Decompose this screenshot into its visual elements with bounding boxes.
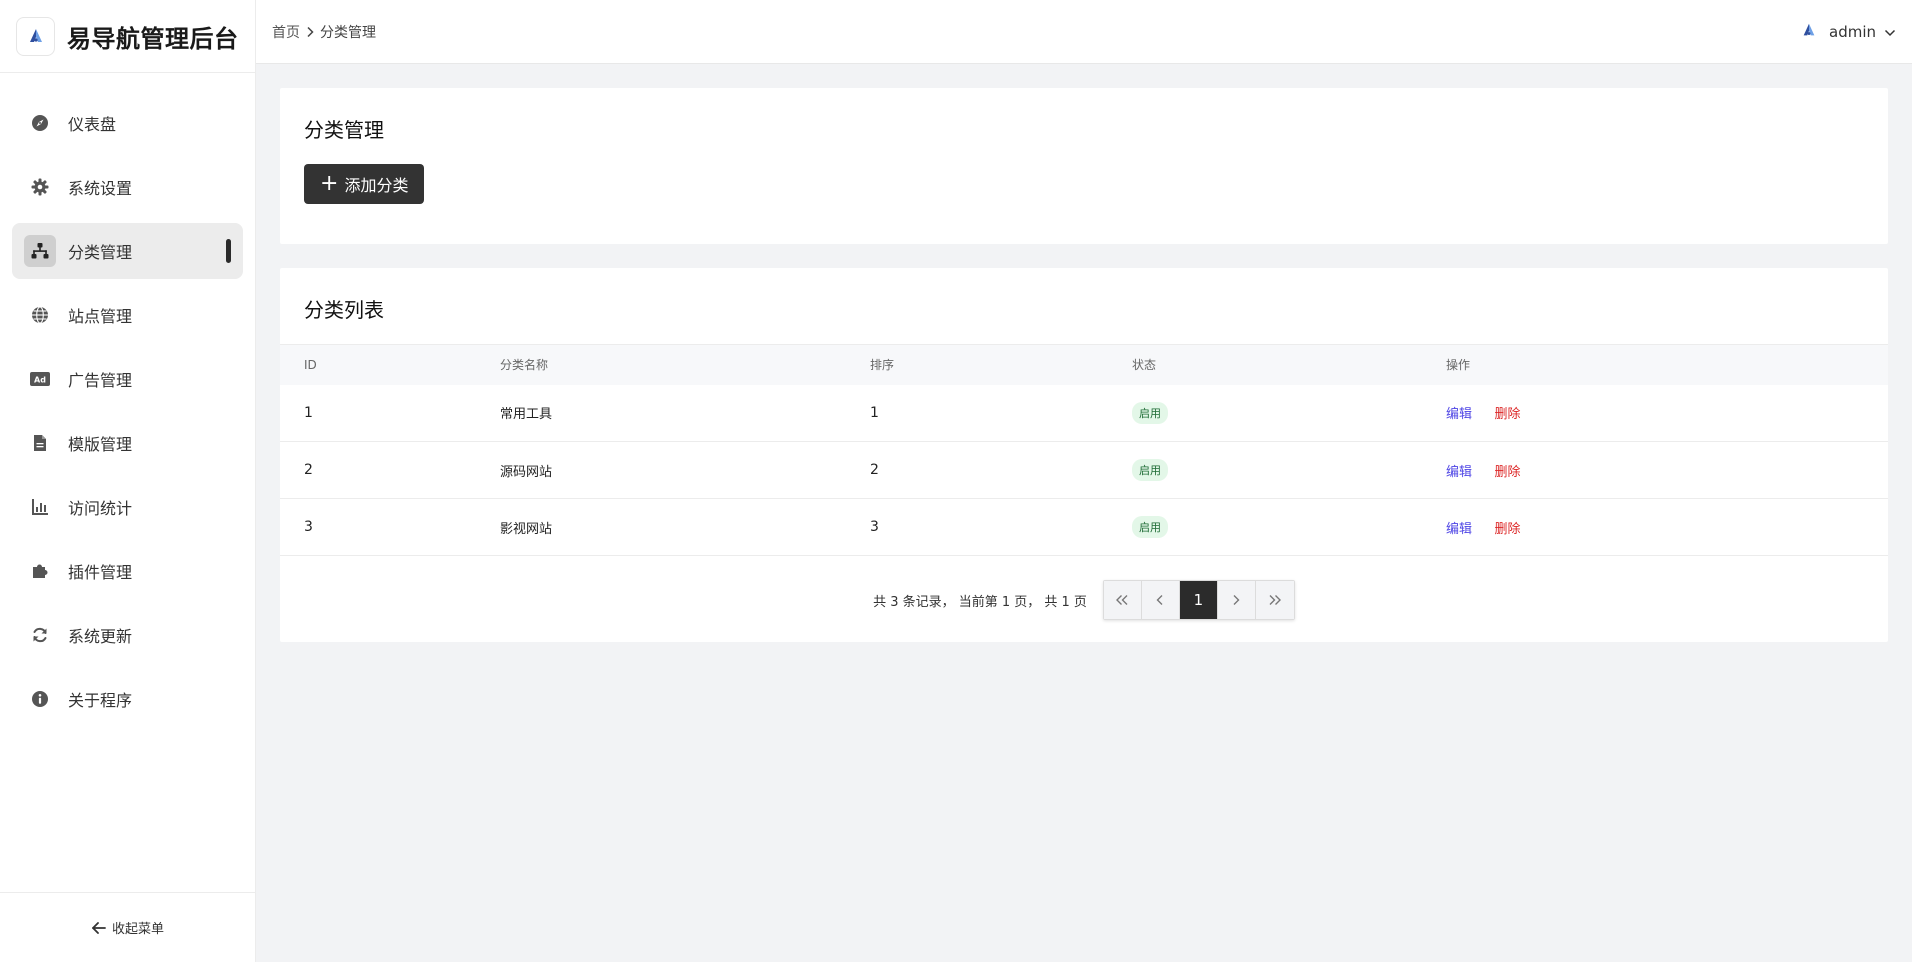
sidebar-item-categories[interactable]: 分类管理	[12, 223, 243, 279]
next-page-button[interactable]	[1217, 581, 1256, 619]
sidebar-item-label: 仪表盘	[68, 115, 117, 134]
page-number-button[interactable]: 1	[1179, 581, 1218, 619]
pagination: 共 3 条记录， 当前第 1 页， 共 1 页 1	[280, 580, 1888, 620]
user-menu[interactable]: admin	[1801, 22, 1896, 42]
collapse-menu-button[interactable]: 收起菜单	[0, 892, 256, 962]
user-avatar-icon	[1801, 22, 1817, 42]
double-chevron-left-icon	[1116, 595, 1128, 605]
sidebar-item-label: 系统设置	[68, 179, 133, 198]
edit-link[interactable]: 编辑	[1446, 465, 1472, 480]
pagination-summary: 共 3 条记录， 当前第 1 页， 共 1 页	[873, 594, 1087, 610]
cell-name: 常用工具	[500, 407, 553, 423]
refresh-icon	[24, 619, 56, 651]
cell-sort: 2	[870, 462, 879, 478]
puzzle-icon	[24, 555, 56, 587]
cell-name: 源码网站	[500, 464, 553, 480]
chevron-down-icon	[1884, 23, 1896, 41]
cell-id: 1	[304, 404, 313, 421]
last-page-button[interactable]	[1255, 581, 1294, 619]
first-page-button[interactable]	[1103, 581, 1142, 619]
sidebar-nav: 仪表盘 系统设置 分类管理 站点管理 Ad 广告管理 模版管理 访问统计 插件管…	[0, 73, 255, 727]
sidebar-item-label: 模版管理	[68, 435, 133, 454]
sidebar-item-templates[interactable]: 模版管理	[12, 415, 243, 471]
sitemap-icon	[24, 235, 56, 267]
column-header-actions: 操作	[1446, 344, 1888, 385]
pagination-buttons: 1	[1102, 580, 1295, 620]
category-table: ID 分类名称 排序 状态 操作 1 常用工具 1 启用 编辑 删除 2 源码网…	[280, 344, 1888, 556]
compass-icon	[24, 107, 56, 139]
list-title: 分类列表	[304, 298, 384, 322]
sidebar-item-about[interactable]: 关于程序	[12, 671, 243, 727]
sidebar-item-sites[interactable]: 站点管理	[12, 287, 243, 343]
breadcrumb: 首页 分类管理	[272, 22, 376, 42]
brand: 易导航管理后台	[0, 0, 255, 73]
status-badge: 启用	[1132, 516, 1168, 538]
add-category-label: 添加分类	[344, 176, 409, 195]
column-header-status: 状态	[1132, 344, 1446, 385]
chevron-left-icon	[1156, 595, 1163, 605]
double-chevron-right-icon	[1269, 595, 1281, 605]
cell-sort: 1	[870, 404, 879, 421]
cell-id: 2	[304, 462, 313, 478]
table-header-row: ID 分类名称 排序 状态 操作	[280, 344, 1888, 385]
gear-icon	[24, 171, 56, 203]
breadcrumb-home[interactable]: 首页	[272, 22, 300, 42]
sidebar-item-ads[interactable]: Ad 广告管理	[12, 351, 243, 407]
username: admin	[1829, 22, 1876, 41]
sidebar-item-dashboard[interactable]: 仪表盘	[12, 95, 243, 151]
delete-link[interactable]: 删除	[1494, 522, 1520, 537]
arrow-left-icon	[92, 921, 106, 934]
edit-link[interactable]: 编辑	[1446, 407, 1472, 422]
table-row: 1 常用工具 1 启用 编辑 删除	[280, 385, 1888, 442]
sidebar-item-label: 关于程序	[68, 691, 133, 710]
sidebar: 易导航管理后台 仪表盘 系统设置 分类管理 站点管理 Ad 广告管理 模版管理 …	[0, 0, 256, 962]
delete-link[interactable]: 删除	[1494, 407, 1520, 422]
info-icon	[24, 683, 56, 715]
sidebar-item-update[interactable]: 系统更新	[12, 607, 243, 663]
chevron-right-icon	[1233, 595, 1240, 605]
prev-page-button[interactable]	[1141, 581, 1180, 619]
cell-id: 3	[304, 519, 313, 535]
cell-sort: 3	[870, 519, 879, 535]
file-icon	[24, 427, 56, 459]
column-header-sort: 排序	[870, 344, 1132, 385]
header-card: 分类管理 + 添加分类	[280, 88, 1888, 244]
sidebar-item-label: 访问统计	[68, 499, 133, 518]
table-row: 2 源码网站 2 启用 编辑 删除	[280, 442, 1888, 499]
active-indicator	[226, 239, 231, 263]
delete-link[interactable]: 删除	[1494, 465, 1520, 480]
cell-name: 影视网站	[500, 521, 553, 537]
page-title: 分类管理	[304, 118, 384, 142]
add-category-button[interactable]: + 添加分类	[304, 164, 425, 204]
column-header-name: 分类名称	[500, 344, 870, 385]
breadcrumb-current: 分类管理	[320, 24, 376, 41]
collapse-menu-label: 收起菜单	[111, 922, 164, 937]
sidebar-item-label: 系统更新	[68, 627, 133, 646]
sidebar-item-label: 广告管理	[68, 371, 133, 390]
table-row: 3 影视网站 3 启用 编辑 删除	[280, 499, 1888, 556]
sidebar-item-settings[interactable]: 系统设置	[12, 159, 243, 215]
chart-icon	[24, 491, 56, 523]
column-header-id: ID	[280, 344, 500, 385]
sidebar-item-label: 分类管理	[68, 243, 133, 262]
edit-link[interactable]: 编辑	[1446, 522, 1472, 537]
svg-text:Ad: Ad	[34, 376, 46, 385]
chevron-right-icon	[306, 26, 314, 38]
sidebar-item-stats[interactable]: 访问统计	[12, 479, 243, 535]
sidebar-item-label: 站点管理	[68, 307, 133, 326]
globe-icon	[24, 299, 56, 331]
app-title: 易导航管理后台	[67, 24, 239, 53]
plus-icon: +	[320, 171, 339, 196]
app-logo-icon[interactable]	[16, 16, 55, 56]
ad-icon: Ad	[24, 363, 56, 395]
category-list-card: 分类列表 ID 分类名称 排序 状态 操作 1 常用工具 1 启用 编辑 删除	[280, 268, 1888, 642]
status-badge: 启用	[1132, 459, 1168, 481]
sidebar-item-label: 插件管理	[68, 563, 133, 582]
status-badge: 启用	[1132, 401, 1168, 424]
topbar: 首页 分类管理 admin	[256, 0, 1912, 64]
sidebar-item-plugins[interactable]: 插件管理	[12, 543, 243, 599]
